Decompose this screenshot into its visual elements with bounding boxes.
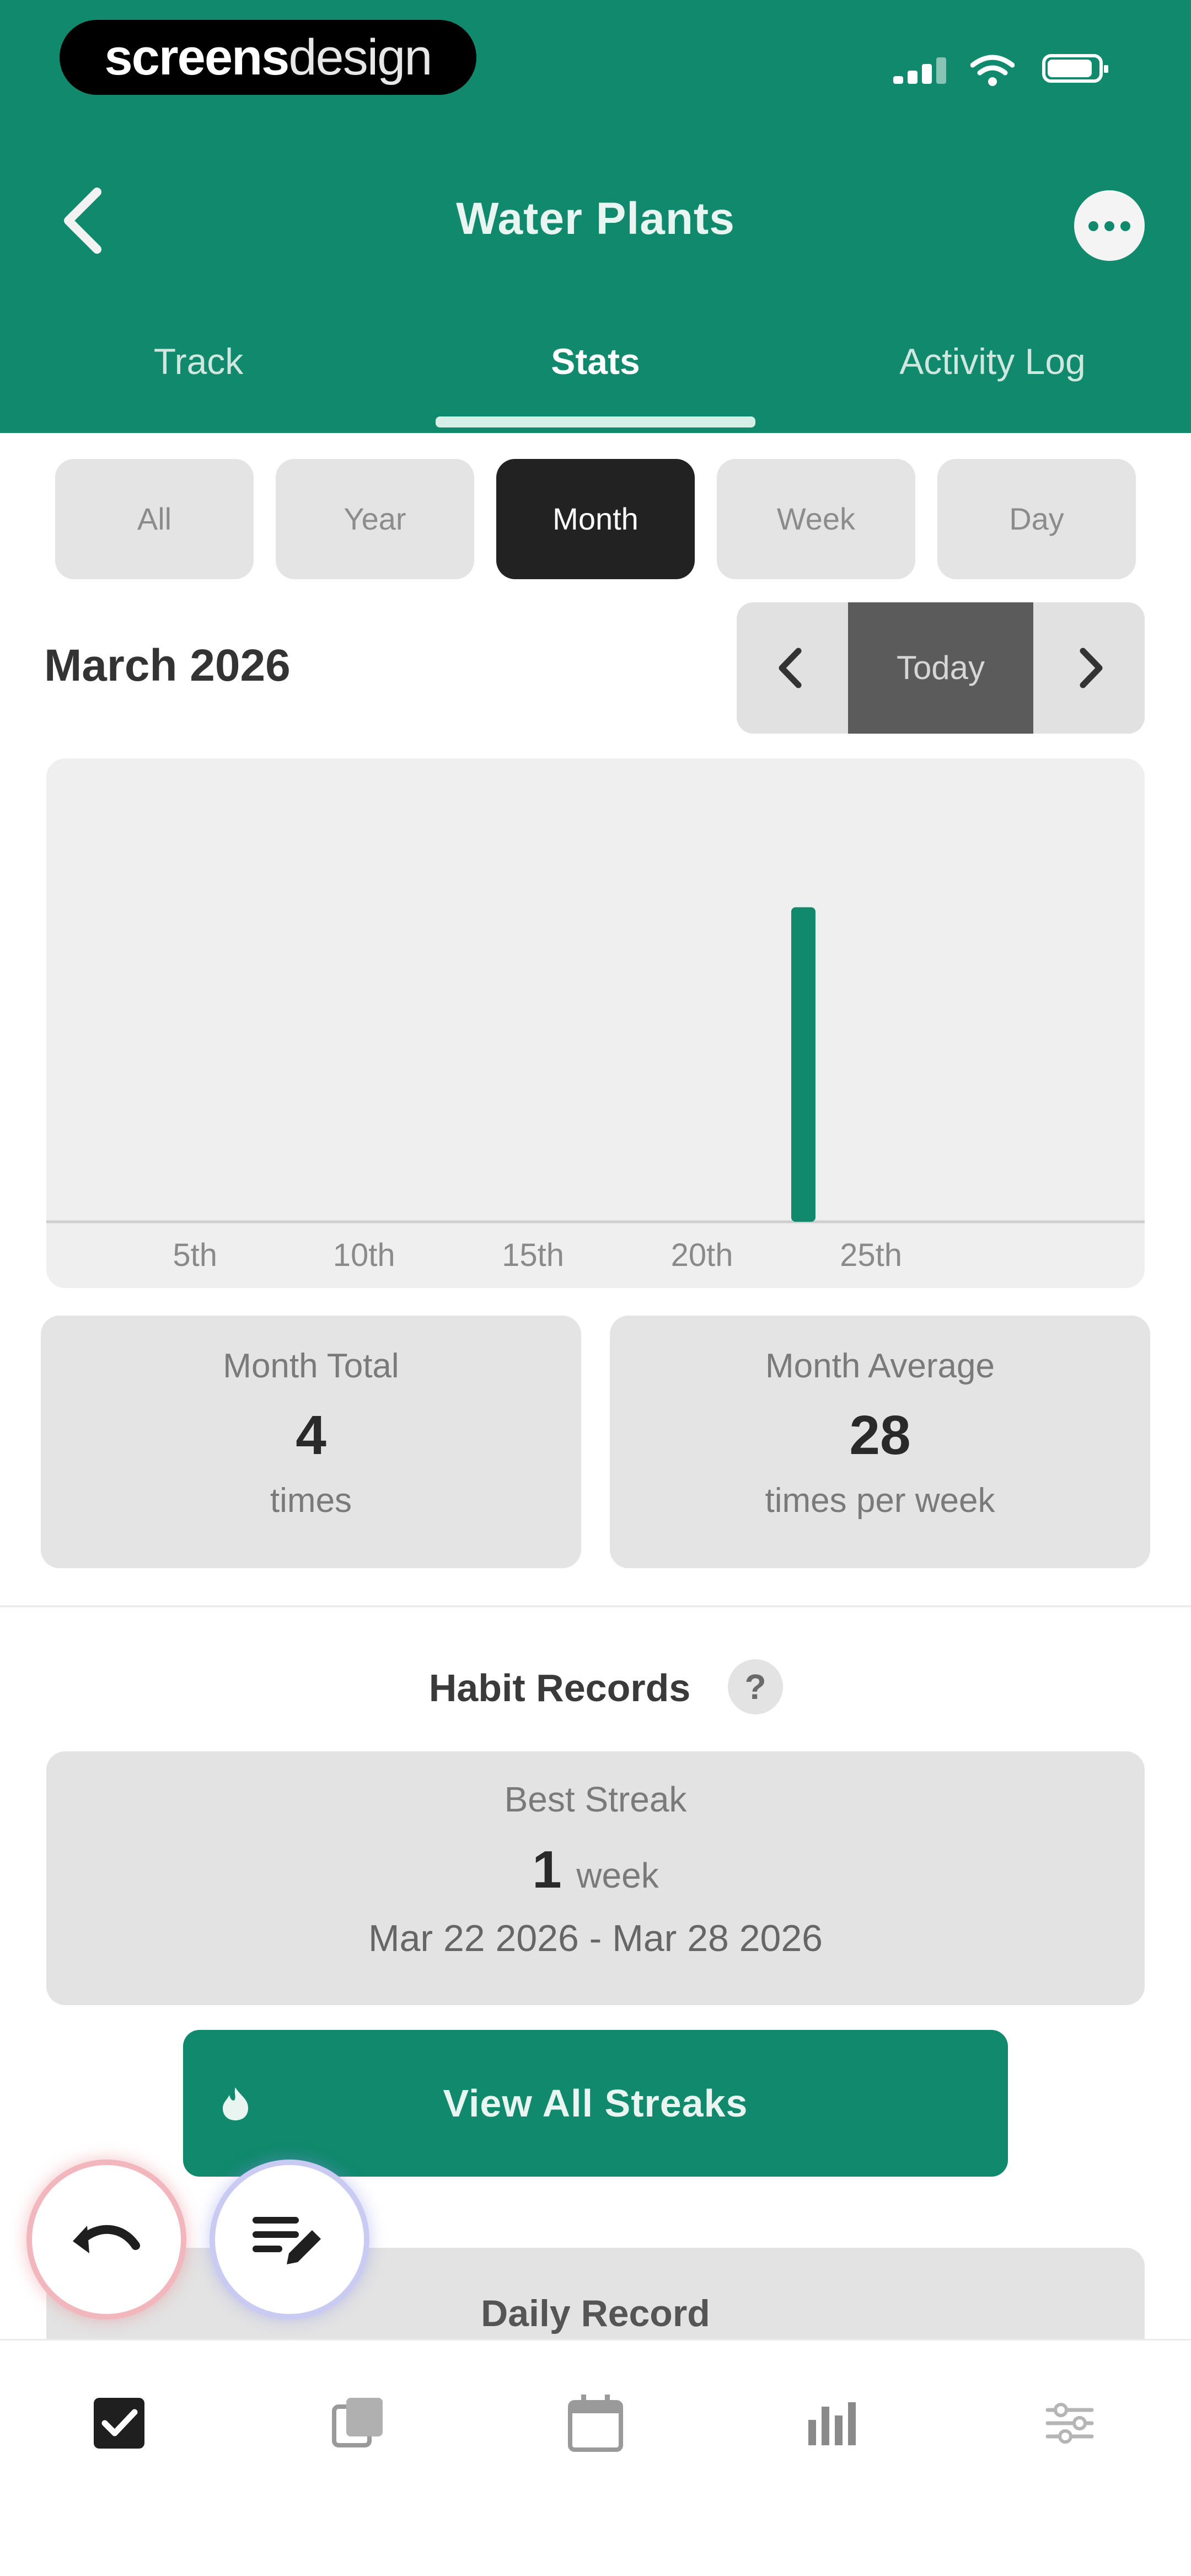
page-title: Water Plants	[456, 194, 735, 244]
bottom-navigation	[0, 2339, 1191, 2576]
section-divider	[0, 1605, 1191, 1607]
month-average-unit: times per week	[765, 1482, 995, 1520]
copy-icon[interactable]	[325, 2390, 391, 2456]
view-all-streaks-label: View All Streaks	[443, 2082, 748, 2125]
view-all-streaks-button[interactable]: View All Streaks	[183, 2030, 1008, 2177]
more-options-button[interactable]	[1074, 190, 1145, 261]
month-average-value: 28	[849, 1404, 911, 1466]
period-all[interactable]: All	[55, 459, 254, 579]
current-period-label: March 2026	[44, 640, 291, 691]
month-average-label: Month Average	[765, 1347, 995, 1385]
best-streak-card: Best Streak 1 week Mar 22 2026 - Mar 28 …	[46, 1751, 1145, 2005]
habit-records-title: Habit Records	[428, 1666, 691, 1709]
tab-track[interactable]: Track	[0, 331, 397, 433]
monthly-chart: 5th 10th 15th 20th 25th	[46, 758, 1145, 1288]
status-bar-icons	[893, 49, 1114, 87]
chart-bar-23	[791, 907, 816, 1222]
app-header: screensdesign Water Plants Track Stats A…	[0, 0, 1191, 433]
period-week[interactable]: Week	[717, 459, 915, 579]
x-tick-label: 5th	[173, 1237, 217, 1273]
next-period-button[interactable]	[1034, 602, 1145, 734]
active-tab-indicator	[436, 416, 755, 427]
edit-list-icon	[253, 2217, 321, 2264]
undo-icon	[73, 2225, 140, 2253]
x-tick-label: 10th	[333, 1237, 395, 1273]
daily-record-label: Daily Record	[481, 2292, 710, 2334]
month-total-label: Month Total	[223, 1347, 399, 1385]
today-button[interactable]: Today	[848, 602, 1033, 734]
help-icon[interactable]: ?	[728, 1659, 783, 1714]
previous-period-button[interactable]	[737, 602, 847, 734]
month-total-value: 4	[296, 1404, 326, 1466]
stats-icon[interactable]	[800, 2390, 866, 2456]
flame-icon	[223, 2087, 248, 2120]
edit-entries-button[interactable]	[210, 2160, 369, 2320]
settings-icon[interactable]	[1037, 2390, 1103, 2456]
signal-icon	[893, 56, 948, 84]
tab-activity-log[interactable]: Activity Log	[794, 331, 1191, 433]
best-streak-range: Mar 22 2026 - Mar 28 2026	[368, 1917, 823, 1959]
x-tick-label: 15th	[502, 1237, 564, 1273]
battery-icon	[1042, 54, 1108, 83]
month-total-card: Month Total 4 times	[41, 1316, 581, 1568]
wifi-icon	[970, 55, 1015, 86]
x-tick-label: 20th	[671, 1237, 733, 1273]
period-day[interactable]: Day	[937, 459, 1136, 579]
month-total-unit: times	[270, 1482, 352, 1520]
period-month[interactable]: Month	[496, 459, 695, 579]
period-navigator: Today	[737, 602, 1145, 734]
best-streak-label: Best Streak	[504, 1779, 687, 1819]
best-streak-value: 1 week	[532, 1840, 659, 1899]
month-average-card: Month Average 28 times per week	[610, 1316, 1150, 1568]
x-tick-label: 25th	[840, 1237, 902, 1273]
undo-button[interactable]	[26, 2160, 186, 2320]
calendar-icon[interactable]	[562, 2390, 629, 2456]
checkbox-icon[interactable]	[86, 2390, 152, 2456]
chart-svg: 5th 10th 15th 20th 25th	[46, 907, 1145, 1273]
period-year[interactable]: Year	[276, 459, 474, 579]
brand-logo: screensdesign	[60, 20, 476, 95]
period-selector: All Year Month Week Day	[55, 459, 1136, 579]
